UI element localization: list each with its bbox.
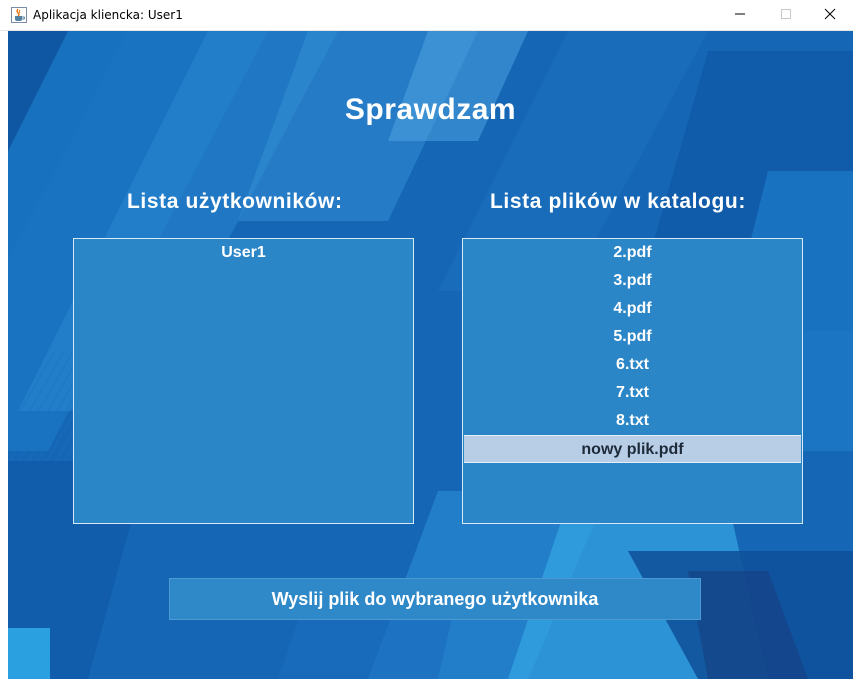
window-left-border: [0, 31, 8, 679]
users-list-title: Lista użytkowników:: [127, 190, 343, 213]
file-list-item[interactable]: 6.txt: [463, 351, 802, 379]
files-list[interactable]: 2.pdf 3.pdf 4.pdf 5.pdf 6.txt 7.txt 8.tx…: [462, 238, 803, 524]
app-window: Aplikacja kliencka: User1 Sprawdzam List…: [0, 0, 853, 679]
title-bar[interactable]: Aplikacja kliencka: User1: [0, 0, 853, 31]
content-panel: Sprawdzam Lista użytkowników: Lista plik…: [8, 31, 853, 679]
close-icon: [824, 7, 836, 25]
page-title: Sprawdzam: [344, 93, 517, 126]
users-list[interactable]: User1: [73, 238, 414, 524]
file-list-item-selected[interactable]: nowy plik.pdf: [464, 435, 801, 463]
minimize-icon: [734, 7, 746, 25]
maximize-icon: [780, 7, 792, 25]
close-button[interactable]: [807, 0, 853, 31]
minimize-button[interactable]: [717, 0, 763, 31]
file-list-item[interactable]: 7.txt: [463, 379, 802, 407]
java-cup-icon: [11, 7, 27, 23]
maximize-button[interactable]: [763, 0, 809, 31]
file-list-item[interactable]: 3.pdf: [463, 267, 802, 295]
send-file-button[interactable]: Wyslij plik do wybranego użytkownika: [169, 578, 701, 620]
file-list-item[interactable]: 2.pdf: [463, 239, 802, 267]
files-list-title: Lista plików w katalogu:: [490, 190, 746, 213]
file-list-item[interactable]: 8.txt: [463, 407, 802, 435]
window-title: Aplikacja kliencka: User1: [33, 8, 183, 22]
user-list-item[interactable]: User1: [74, 239, 413, 267]
file-list-item[interactable]: 4.pdf: [463, 295, 802, 323]
file-list-item[interactable]: 5.pdf: [463, 323, 802, 351]
